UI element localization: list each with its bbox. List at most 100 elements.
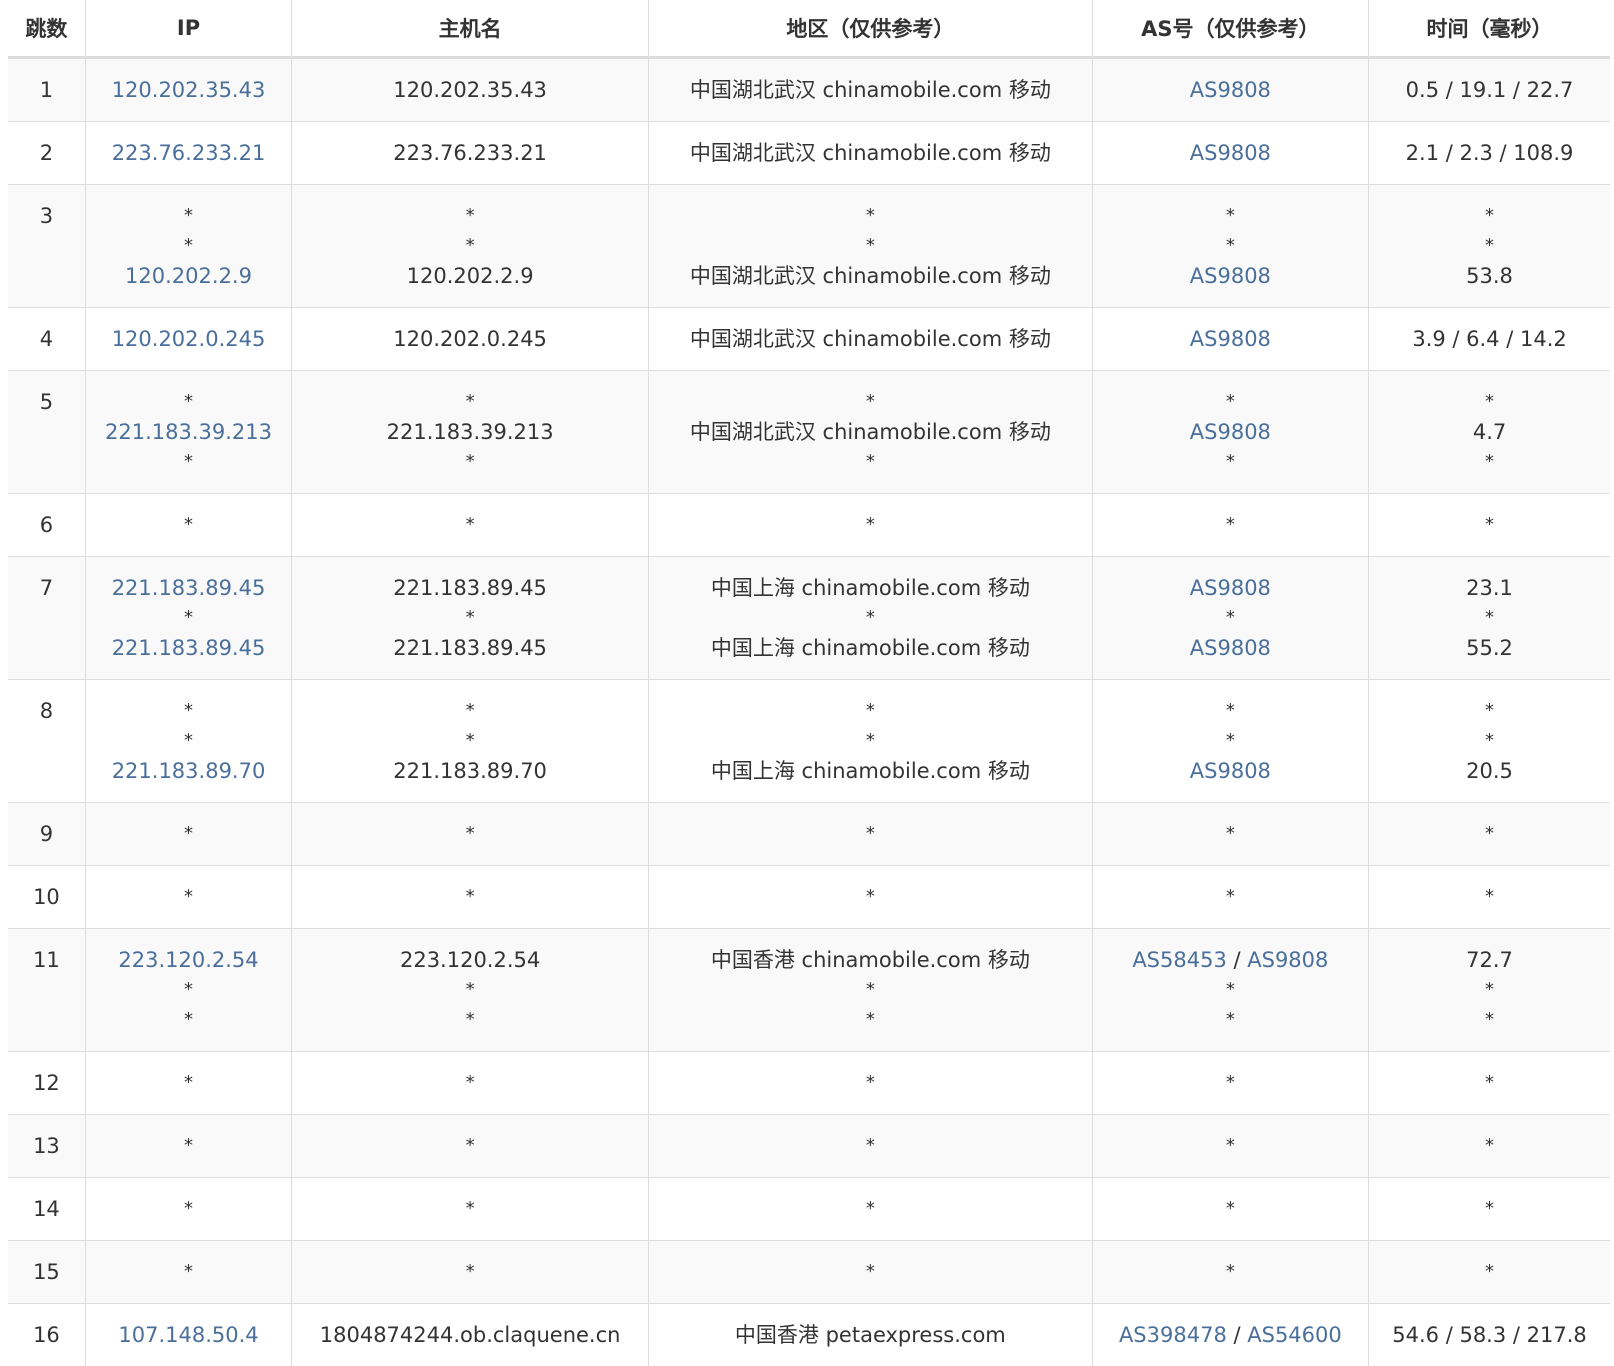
timeout-marker: * (1375, 201, 1604, 231)
timeout-marker: * (1226, 1135, 1235, 1156)
region-text: 中国湖北武汉 chinamobile.com 移动 (655, 324, 1086, 354)
timeout-marker: * (92, 882, 285, 912)
hostname-cell: **120.202.2.9 (292, 185, 649, 308)
as-link[interactable]: AS9808 (1190, 420, 1271, 444)
ip-link[interactable]: 223.120.2.54 (92, 945, 285, 975)
timeout-marker: * (655, 726, 1086, 756)
time-cell: 54.6 / 58.3 / 217.8 (1369, 1304, 1610, 1366)
ip-link[interactable]: 221.183.39.213 (92, 417, 285, 447)
as-line: AS9808 (1099, 75, 1362, 105)
hostname-cell: * (292, 866, 649, 929)
time-cell: 0.5 / 19.1 / 22.7 (1369, 58, 1610, 122)
header-ip[interactable]: IP (85, 0, 291, 58)
timeout-marker: * (655, 1131, 1086, 1161)
traceroute-table: 跳数 IP 主机名 地区（仅供参考） AS号（仅供参考） 时间（毫秒） 1120… (8, 0, 1610, 1366)
hop-number: 14 (14, 1194, 79, 1224)
ip-link[interactable]: 221.183.89.45 (92, 633, 285, 663)
as-link[interactable]: AS9808 (1190, 759, 1271, 783)
ip-link[interactable]: 120.202.35.43 (92, 75, 285, 105)
ip-link[interactable]: 221.183.89.70 (92, 756, 285, 786)
as-link[interactable]: AS9808 (1190, 78, 1271, 102)
as-link[interactable]: AS398478 (1119, 1323, 1227, 1347)
hop-cell: 14 (8, 1178, 85, 1241)
as-cell: **AS9808 (1092, 680, 1368, 803)
region-cell: * (649, 866, 1093, 929)
ip-cell: 221.183.89.45*221.183.89.45 (85, 557, 291, 680)
header-time-ms[interactable]: 时间（毫秒） (1369, 0, 1610, 58)
hostname-text: 221.183.89.45 (298, 633, 642, 663)
hop-number: 15 (14, 1257, 79, 1287)
timeout-marker: * (655, 882, 1086, 912)
timeout-marker: * (1226, 823, 1235, 844)
region-cell: 中国香港 petaexpress.com (649, 1304, 1093, 1366)
hostname-cell: 1804874244.ob.claquene.cn (292, 1304, 649, 1366)
timeout-marker: * (298, 1131, 642, 1161)
timeout-marker: * (1226, 607, 1235, 628)
timeout-marker: * (92, 387, 285, 417)
timeout-marker: * (655, 1005, 1086, 1035)
ip-cell: *221.183.39.213* (85, 371, 291, 494)
timeout-marker: * (1226, 205, 1235, 226)
as-link[interactable]: AS9808 (1190, 327, 1271, 351)
as-link[interactable]: AS54600 (1247, 1323, 1342, 1347)
timeout-marker: * (92, 1005, 285, 1035)
ip-link[interactable]: 221.183.89.45 (92, 573, 285, 603)
ip-link[interactable]: 107.148.50.4 (92, 1320, 285, 1350)
hostname-text: 221.183.39.213 (298, 417, 642, 447)
as-line: * (1099, 1005, 1362, 1035)
as-link[interactable]: AS9808 (1190, 141, 1271, 165)
time-text: 20.5 (1375, 756, 1604, 786)
as-line: * (1099, 819, 1362, 849)
header-region[interactable]: 地区（仅供参考） (649, 0, 1093, 58)
ip-link[interactable]: 223.76.233.21 (92, 138, 285, 168)
ip-cell: 223.120.2.54** (85, 929, 291, 1052)
timeout-marker: * (655, 1257, 1086, 1287)
hop-cell: 12 (8, 1052, 85, 1115)
as-link[interactable]: AS9808 (1247, 948, 1328, 972)
region-cell: 中国湖北武汉 chinamobile.com 移动 (649, 308, 1093, 371)
ip-cell: * (85, 803, 291, 866)
timeout-marker: * (92, 1068, 285, 1098)
time-cell: * (1369, 494, 1610, 557)
table-row: 4120.202.0.245120.202.0.245中国湖北武汉 chinam… (8, 308, 1610, 371)
ip-cell: 120.202.35.43 (85, 58, 291, 122)
timeout-marker: * (1375, 447, 1604, 477)
hop-cell: 3 (8, 185, 85, 308)
timeout-marker: * (655, 231, 1086, 261)
hop-cell: 10 (8, 866, 85, 929)
as-link[interactable]: AS9808 (1190, 264, 1271, 288)
hostname-cell: * (292, 1052, 649, 1115)
time-cell: **53.8 (1369, 185, 1610, 308)
hostname-cell: * (292, 1178, 649, 1241)
as-link[interactable]: AS9808 (1190, 576, 1271, 600)
hop-number: 7 (14, 573, 79, 603)
as-line: * (1099, 1131, 1362, 1161)
timeout-marker: * (1226, 1198, 1235, 1219)
as-line: * (1099, 447, 1362, 477)
region-cell: * (649, 494, 1093, 557)
hostname-text: 221.183.89.45 (298, 573, 642, 603)
hostname-cell: 221.183.89.45*221.183.89.45 (292, 557, 649, 680)
ip-link[interactable]: 120.202.2.9 (92, 261, 285, 291)
time-cell: * (1369, 1178, 1610, 1241)
header-as-number[interactable]: AS号（仅供参考） (1092, 0, 1368, 58)
timeout-marker: * (1226, 451, 1235, 472)
timeout-marker: * (1375, 819, 1604, 849)
timeout-marker: * (298, 882, 642, 912)
timeout-marker: * (298, 819, 642, 849)
as-separator: / (1227, 948, 1247, 972)
region-cell: *中国湖北武汉 chinamobile.com 移动* (649, 371, 1093, 494)
header-hostname[interactable]: 主机名 (292, 0, 649, 58)
ip-link[interactable]: 120.202.0.245 (92, 324, 285, 354)
hostname-cell: 120.202.0.245 (292, 308, 649, 371)
as-line: AS398478 / AS54600 (1099, 1320, 1362, 1350)
as-link[interactable]: AS9808 (1190, 636, 1271, 660)
ip-cell: 107.148.50.4 (85, 1304, 291, 1366)
as-link[interactable]: AS58453 (1132, 948, 1227, 972)
timeout-marker: * (92, 510, 285, 540)
header-hop[interactable]: 跳数 (8, 0, 85, 58)
region-cell: * (649, 1241, 1093, 1304)
hostname-cell: * (292, 1241, 649, 1304)
as-cell: * (1092, 1115, 1368, 1178)
timeout-marker: * (1375, 231, 1604, 261)
